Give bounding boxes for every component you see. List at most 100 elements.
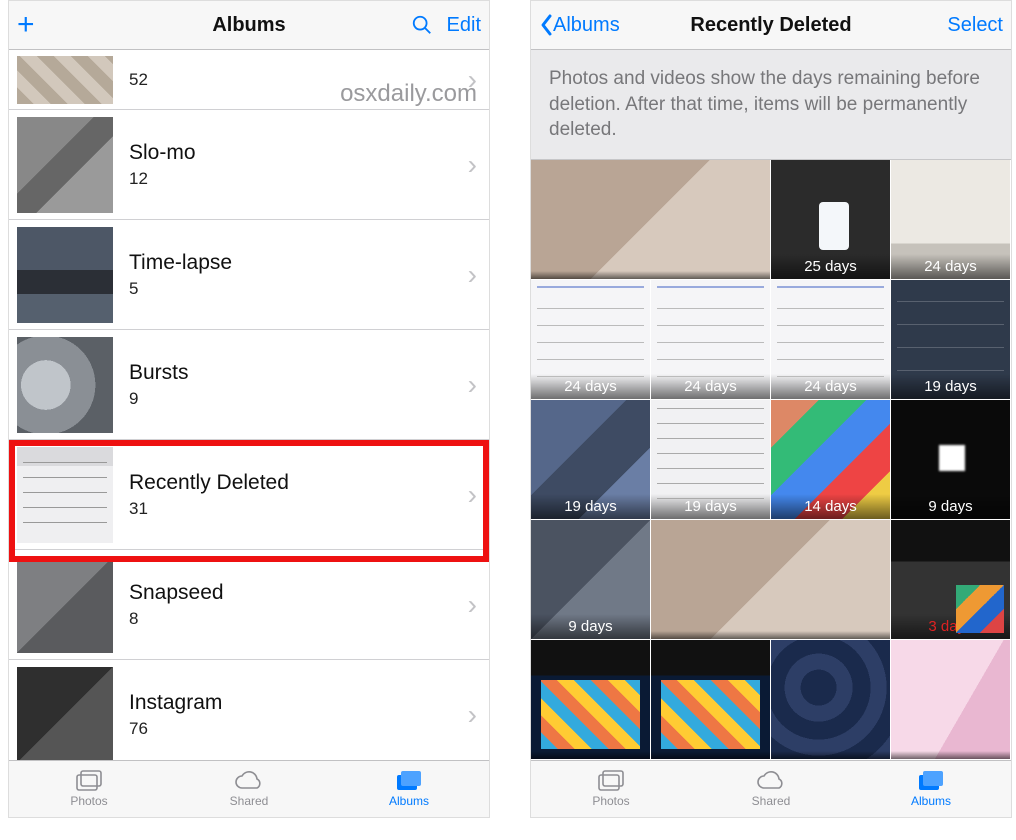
album-thumb — [17, 337, 113, 433]
photo-cell[interactable]: 14 days — [771, 400, 890, 519]
photo-cell[interactable]: 24 days — [891, 160, 1010, 279]
album-title: Snapseed — [129, 581, 464, 605]
chevron-right-icon: › — [464, 259, 481, 291]
chevron-right-icon: › — [464, 149, 481, 181]
tab-label: Shared — [230, 794, 269, 808]
albums-icon — [395, 770, 423, 792]
photo-cell[interactable] — [651, 520, 890, 639]
photos-icon — [75, 770, 103, 792]
album-count: 8 — [129, 609, 464, 629]
tab-label: Albums — [911, 794, 951, 808]
photo-cell[interactable]: 19 days — [531, 400, 650, 519]
tab-bar: Photos Shared Albums — [531, 760, 1011, 817]
photo-cell[interactable]: 19 days — [651, 400, 770, 519]
album-thumb — [17, 557, 113, 653]
days-label: 9 days — [891, 494, 1010, 519]
tab-label: Shared — [752, 794, 791, 808]
back-label: Albums — [553, 14, 620, 37]
navbar: Albums Recently Deleted Select — [531, 1, 1011, 50]
photo-cell[interactable]: 3 days — [891, 520, 1010, 639]
cloud-icon — [234, 770, 264, 792]
album-count: 12 — [129, 169, 464, 189]
days-label: 19 days — [651, 494, 770, 519]
add-album-button[interactable]: + — [17, 10, 35, 40]
photo-cell[interactable]: 24 days — [651, 280, 770, 399]
days-label — [651, 751, 770, 759]
album-thumb — [17, 667, 113, 761]
search-icon[interactable] — [411, 14, 433, 36]
photo-grid: 25 days 24 days 24 days 24 days 24 days … — [531, 160, 1011, 760]
album-title: Bursts — [129, 361, 464, 385]
days-label: 19 days — [531, 494, 650, 519]
album-row[interactable]: Snapseed 8 › — [9, 550, 489, 660]
tab-shared[interactable]: Shared — [169, 761, 329, 817]
recently-deleted-screen: Albums Recently Deleted Select Photos an… — [530, 0, 1012, 818]
edit-button[interactable]: Edit — [447, 14, 481, 37]
deleted-content[interactable]: Photos and videos show the days remainin… — [531, 50, 1011, 760]
chevron-right-icon: › — [464, 699, 481, 731]
select-button[interactable]: Select — [947, 14, 1003, 37]
album-count: 5 — [129, 279, 464, 299]
chevron-right-icon: › — [464, 589, 481, 621]
album-thumb — [17, 227, 113, 323]
photos-icon — [597, 770, 625, 792]
photo-cell[interactable] — [531, 640, 650, 759]
days-label — [891, 751, 1010, 759]
album-row[interactable]: Bursts 9 › — [9, 330, 489, 440]
chevron-right-icon: › — [464, 479, 481, 511]
tab-label: Photos — [592, 794, 629, 808]
albums-list[interactable]: osxdaily.com 52 › Slo-mo 12 › Time — [9, 50, 489, 760]
days-label — [771, 751, 890, 759]
photo-cell[interactable]: 24 days — [531, 280, 650, 399]
tab-label: Photos — [70, 794, 107, 808]
photo-cell[interactable] — [771, 640, 890, 759]
album-row[interactable]: Instagram 76 › — [9, 660, 489, 760]
days-label — [531, 751, 650, 759]
photo-cell[interactable]: 24 days — [771, 280, 890, 399]
album-thumb — [17, 56, 113, 104]
photo-cell[interactable]: 19 days — [891, 280, 1010, 399]
days-label: 19 days — [891, 374, 1010, 399]
album-title: Instagram — [129, 691, 464, 715]
photo-cell[interactable] — [891, 640, 1010, 759]
chevron-right-icon: › — [464, 369, 481, 401]
days-label: 24 days — [771, 374, 890, 399]
days-label: 9 days — [531, 614, 650, 639]
photo-cell[interactable]: 25 days — [771, 160, 890, 279]
tab-bar: Photos Shared Albums — [9, 760, 489, 817]
days-label: 24 days — [651, 374, 770, 399]
cloud-icon — [756, 770, 786, 792]
photo-cell[interactable]: 9 days — [531, 520, 650, 639]
days-label — [651, 631, 890, 639]
tab-shared[interactable]: Shared — [691, 761, 851, 817]
albums-icon — [917, 770, 945, 792]
album-title: Slo-mo — [129, 141, 464, 165]
days-label: 3 days — [891, 614, 1010, 639]
album-count: 52 — [129, 70, 464, 90]
album-thumb — [17, 447, 113, 543]
photo-cell[interactable] — [651, 640, 770, 759]
tab-albums[interactable]: Albums — [851, 761, 1011, 817]
album-row[interactable]: 52 › — [9, 50, 489, 110]
album-row[interactable]: Time-lapse 5 › — [9, 220, 489, 330]
album-count: 31 — [129, 499, 464, 519]
info-text: Photos and videos show the days remainin… — [531, 50, 1011, 160]
days-label: 24 days — [891, 254, 1010, 279]
album-row-recently-deleted[interactable]: Recently Deleted 31 › — [9, 440, 489, 550]
album-title: Recently Deleted — [129, 471, 464, 495]
chevron-right-icon: › — [464, 64, 481, 96]
days-label — [531, 271, 770, 279]
photo-cell[interactable] — [531, 160, 770, 279]
days-label: 25 days — [771, 254, 890, 279]
tab-albums[interactable]: Albums — [329, 761, 489, 817]
navbar: + Albums Edit — [9, 1, 489, 50]
days-label: 24 days — [531, 374, 650, 399]
tab-photos[interactable]: Photos — [9, 761, 169, 817]
photo-cell[interactable]: 9 days — [891, 400, 1010, 519]
albums-screen: + Albums Edit osxdaily.com 52 › — [8, 0, 490, 818]
tab-photos[interactable]: Photos — [531, 761, 691, 817]
back-button[interactable]: Albums — [539, 13, 620, 37]
album-count: 9 — [129, 389, 464, 409]
album-row[interactable]: Slo-mo 12 › — [9, 110, 489, 220]
days-label: 14 days — [771, 494, 890, 519]
